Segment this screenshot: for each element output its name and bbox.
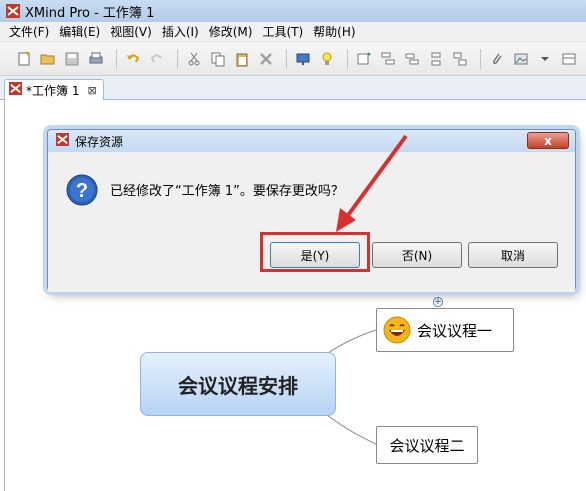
toolbar-separator <box>177 48 178 69</box>
subtopic-1-label: 会议议程一 <box>417 321 493 340</box>
menu-modify[interactable]: 修改(M) <box>204 23 258 40</box>
toolbar-separator <box>286 48 287 69</box>
paste-icon[interactable] <box>232 49 252 69</box>
idea-bulb-icon[interactable] <box>317 49 337 69</box>
dialog-title-bar: 保存资源 x <box>48 130 575 152</box>
dropdown-arrow-icon[interactable] <box>535 49 555 69</box>
tab-label: *工作簿 1 <box>26 83 80 98</box>
presentation-icon[interactable] <box>293 49 313 69</box>
redo-icon[interactable] <box>147 49 167 69</box>
parent-topic-icon[interactable] <box>450 49 470 69</box>
laughing-face-icon <box>383 316 411 344</box>
toolbar-separator <box>480 48 481 69</box>
xmind-logo-icon <box>6 4 20 18</box>
tab-close-icon[interactable]: ⊠ <box>87 84 96 97</box>
open-folder-icon[interactable] <box>38 49 58 69</box>
menu-insert[interactable]: 插入(I) <box>157 23 204 40</box>
layout-icon[interactable] <box>559 49 579 69</box>
title-bar: XMind Pro - 工作簿 1 <box>0 0 586 22</box>
question-icon: ? <box>66 174 98 206</box>
topic-after-icon[interactable] <box>402 49 422 69</box>
subtopic-2[interactable]: 会议议程二 <box>376 426 478 464</box>
cancel-button[interactable]: 取消 <box>468 242 558 268</box>
tab-workbook-1[interactable]: *工作簿 1 ⊠ <box>4 79 104 100</box>
xmind-file-icon <box>9 82 22 98</box>
expand-topic-handle[interactable]: + <box>433 297 443 307</box>
xmind-dialog-icon <box>56 133 69 149</box>
print-icon[interactable] <box>86 49 106 69</box>
svg-text:?: ? <box>76 180 88 202</box>
save-icon[interactable] <box>62 49 82 69</box>
save-resource-dialog: 保存资源 x ? 已经修改了“工作簿 1”。要保存更改吗？ 是(Y) 否(N) … <box>47 129 576 292</box>
toolbar-separator <box>116 48 117 69</box>
no-button[interactable]: 否(N) <box>372 242 462 268</box>
cut-icon[interactable] <box>184 49 204 69</box>
menu-bar: 文件(F) 编辑(E) 视图(V) 插入(I) 修改(M) 工具(T) 帮助(H… <box>0 22 586 42</box>
insert-topic-icon[interactable] <box>354 49 374 69</box>
undo-icon[interactable] <box>123 49 143 69</box>
dialog-title: 保存资源 <box>75 134 124 149</box>
menu-edit[interactable]: 编辑(E) <box>54 23 105 40</box>
menu-file[interactable]: 文件(F) <box>4 23 54 40</box>
attachment-icon[interactable] <box>487 49 507 69</box>
toolbar-separator <box>347 48 348 69</box>
image-icon[interactable] <box>511 49 531 69</box>
subtopic-1[interactable]: 会议议程一 <box>376 308 514 352</box>
yes-button[interactable]: 是(Y) <box>270 242 360 268</box>
toolbar <box>0 42 586 76</box>
dialog-body: ? 已经修改了“工作簿 1”。要保存更改吗？ 是(Y) 否(N) 取消 <box>48 152 575 292</box>
menu-view[interactable]: 视图(V) <box>105 23 157 40</box>
window-title: XMind Pro - 工作簿 1 <box>25 5 155 21</box>
delete-icon[interactable] <box>256 49 276 69</box>
menu-help[interactable]: 帮助(H) <box>308 23 360 40</box>
dialog-message: 已经修改了“工作簿 1”。要保存更改吗？ <box>110 184 344 199</box>
copy-icon[interactable] <box>208 49 228 69</box>
central-topic[interactable]: 会议议程安排 <box>140 352 336 416</box>
dialog-close-button[interactable]: x <box>527 132 569 149</box>
topic-before-icon[interactable] <box>426 49 446 69</box>
subtopic-icon[interactable] <box>378 49 398 69</box>
new-icon[interactable] <box>14 49 34 69</box>
menu-tools[interactable]: 工具(T) <box>257 23 308 40</box>
editor-tab-bar: *工作簿 1 ⊠ <box>0 76 586 100</box>
